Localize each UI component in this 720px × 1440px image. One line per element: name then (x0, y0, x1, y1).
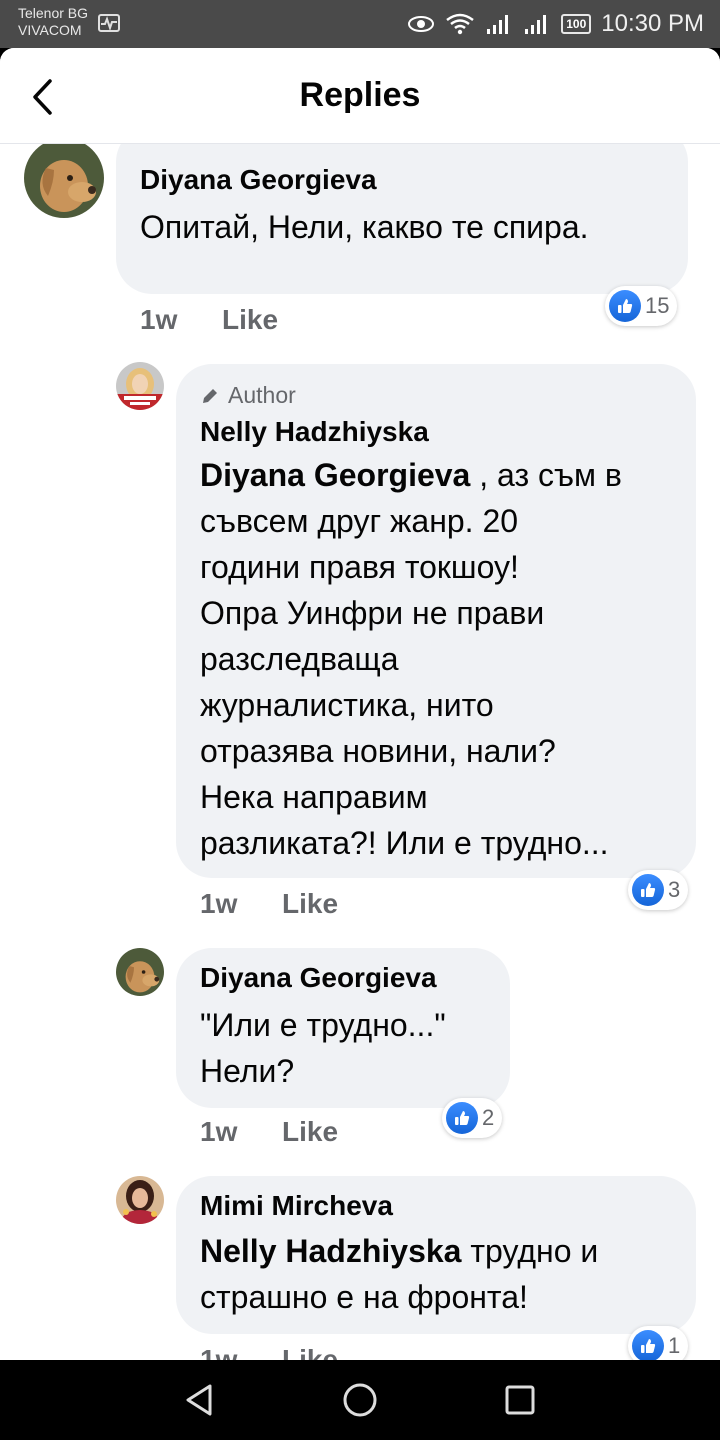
comment-text-line: разликата?! Или е трудно... (200, 825, 609, 861)
comment-text-line: Нели? (200, 1053, 295, 1089)
comment-text: Nelly Hadzhiyska трудно и страшно е на ф… (200, 1228, 690, 1320)
comment-text-line: отразява новини, нали? (200, 733, 556, 769)
mention-link[interactable]: Nelly Hadzhiyska (200, 1233, 461, 1269)
comment-text-line: Nelly Hadzhiyska трудно и (200, 1228, 690, 1274)
reaction-badge[interactable]: 3 (628, 870, 689, 910)
comment-text: "Или е трудно..." Нели? (200, 1002, 446, 1094)
reaction-count: 1 (668, 1333, 681, 1358)
activity-icon (98, 14, 120, 32)
comment-text-line: Diyana Georgieva , аз съм в (200, 452, 690, 498)
eye-icon (407, 14, 435, 34)
dog-avatar-icon (24, 138, 104, 218)
replies-sheet: Replies Diyana Georgieva Опитай, Нели, к… (0, 48, 720, 1360)
comment-time[interactable]: 1w (200, 1116, 237, 1148)
avatar-nelly[interactable] (116, 362, 164, 410)
thumbs-up-icon (609, 290, 641, 322)
wifi-icon (445, 13, 475, 35)
comment-text-line: разследваща (200, 641, 399, 677)
comment-text-line: Нека направим (200, 779, 428, 815)
triangle-back-icon (186, 1384, 212, 1416)
comment-bubble[interactable]: Diyana Georgieva "Или е трудно..." Нели? (176, 948, 510, 1108)
thumbs-up-icon (632, 1330, 664, 1360)
comment-text-line: страшно е на фронта! (200, 1279, 528, 1315)
battery-icon: 100 (561, 14, 592, 34)
comment-text: Diyana Georgieva , аз съм в съвсем друг … (200, 452, 690, 866)
android-nav-bar (0, 1360, 720, 1440)
comment-time[interactable]: 1w (200, 888, 237, 920)
thumbs-up-icon (632, 874, 664, 906)
comment-text: Опитай, Нели, какво те спира. (140, 209, 589, 245)
page-title: Replies (299, 76, 421, 114)
like-button[interactable]: Like (282, 1344, 338, 1360)
reaction-count: 3 (668, 877, 681, 902)
nav-recents-button[interactable] (500, 1380, 540, 1420)
comment-time[interactable]: 1w (140, 304, 177, 336)
status-bar: Telenor BG VIVACOM 100 10:30 PM (0, 0, 720, 48)
reaction-badge[interactable]: 15 (605, 286, 678, 326)
like-button[interactable]: Like (222, 304, 278, 336)
comment-text-line: години правя токшоу! (200, 549, 519, 585)
mention-link[interactable]: Diyana Georgieva (200, 457, 470, 493)
comment-text-line: "Или е трудно..." (200, 1007, 446, 1043)
comment-bubble[interactable]: Author Nelly Hadzhiyska Diyana Georgieva… (176, 364, 696, 878)
comment-text-span: , аз съм в (470, 457, 622, 493)
pencil-icon (203, 388, 217, 403)
woman-avatar-poster-icon (116, 362, 164, 410)
like-button[interactable]: Like (282, 888, 338, 920)
like-button[interactable]: Like (282, 1116, 338, 1148)
comments-list: Diyana Georgieva Опитай, Нели, какво те … (0, 126, 720, 1360)
comment-text-span: трудно и (461, 1233, 599, 1269)
comment-text-line: Опра Уинфри не прави (200, 595, 545, 631)
comment-author[interactable]: Diyana Georgieva (200, 962, 437, 994)
reaction-count: 2 (482, 1105, 495, 1130)
thumbs-up-icon (446, 1102, 478, 1134)
avatar-mimi[interactable] (116, 1176, 164, 1224)
comment-text-line: журналистика, нито (200, 687, 494, 723)
comment-author[interactable]: Diyana Georgieva (140, 164, 377, 196)
nav-back-button[interactable] (180, 1380, 220, 1420)
comment-text-line: съвсем друг жанр. 20 (200, 503, 519, 539)
carrier-line-2: VIVACOM (18, 22, 82, 38)
header: Replies (0, 48, 720, 144)
comment-bubble[interactable]: Mimi Mircheva Nelly Hadzhiyska трудно и … (176, 1176, 696, 1334)
clock: 10:30 PM (601, 10, 704, 37)
carrier-label: Telenor BG VIVACOM (18, 5, 88, 39)
reaction-badge[interactable]: 1 (628, 1326, 689, 1360)
circle-home-icon (343, 1383, 377, 1417)
avatar-diyana[interactable] (24, 138, 104, 218)
author-badge: Author (200, 382, 296, 409)
status-icons: 100 10:30 PM (407, 8, 704, 40)
comment-bubble[interactable]: Diyana Georgieva Опитай, Нели, какво те … (116, 126, 688, 294)
comment-time[interactable]: 1w (200, 1344, 237, 1360)
dog-avatar-icon (116, 948, 164, 996)
comment-author[interactable]: Mimi Mircheva (200, 1190, 393, 1222)
avatar-diyana[interactable] (116, 948, 164, 996)
nav-home-button[interactable] (340, 1380, 380, 1420)
author-badge-label: Author (228, 382, 296, 408)
carrier-line-1: Telenor BG (18, 5, 89, 21)
reaction-count: 15 (645, 293, 670, 318)
square-recents-icon (505, 1385, 535, 1415)
woman-avatar-portrait-icon (116, 1176, 164, 1224)
reaction-badge[interactable]: 2 (442, 1098, 503, 1138)
signal-icon-2 (523, 13, 551, 35)
signal-icon (485, 13, 513, 35)
comment-author[interactable]: Nelly Hadzhiyska (200, 416, 429, 448)
